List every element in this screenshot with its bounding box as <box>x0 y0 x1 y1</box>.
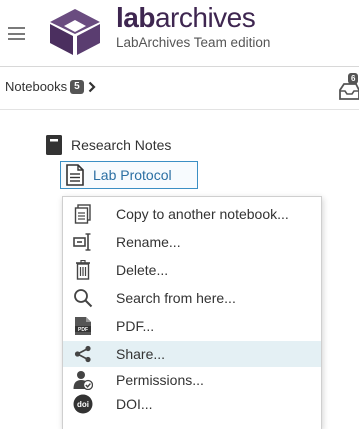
menu-item-label: Search from here... <box>116 290 236 306</box>
notebook-label: Research Notes <box>71 137 172 153</box>
rename-icon <box>73 232 93 252</box>
chevron-right-icon <box>88 81 96 92</box>
trash-icon <box>73 260 93 280</box>
menu-item-permissions[interactable]: Permissions... <box>63 367 321 393</box>
labarchives-logo-icon[interactable] <box>46 7 104 57</box>
menu-item-label: Rename... <box>116 234 181 250</box>
notebook-count-badge: 5 <box>70 79 84 94</box>
tree-notebook-research-notes[interactable]: Research Notes <box>46 135 171 155</box>
menu-item-label: Copy to another notebook... <box>116 206 289 222</box>
context-menu: Copy to another notebook... Rename... De… <box>62 196 322 429</box>
search-icon <box>73 288 93 308</box>
menu-item-label: Share... <box>116 346 166 362</box>
menu-item-label: DOI... <box>116 396 153 412</box>
edition-label: LabArchives Team edition <box>116 35 271 50</box>
menu-item-doi[interactable]: doi DOI... <box>63 391 321 417</box>
pdf-icon: PDF <box>73 316 93 336</box>
page-label: Lab Protocol <box>93 167 172 183</box>
breadcrumb-bar: Notebooks 5 <box>0 67 359 110</box>
menu-item-label: PDF... <box>116 318 155 334</box>
menu-item-copy[interactable]: Copy to another notebook... <box>63 201 321 227</box>
page-icon <box>66 164 84 186</box>
brand-name: labarchives <box>116 2 256 33</box>
app-header: labarchives LabArchives Team edition <box>0 0 359 67</box>
menu-item-pdf[interactable]: PDF PDF... <box>63 313 321 339</box>
inbox-icon[interactable] <box>338 81 359 101</box>
menu-item-label: Permissions... <box>116 372 204 388</box>
menu-item-share[interactable]: Share... <box>63 341 321 367</box>
breadcrumb-label: Notebooks <box>5 79 68 94</box>
menu-item-rename[interactable]: Rename... <box>63 229 321 255</box>
menu-item-label: Delete... <box>116 262 169 278</box>
share-icon <box>73 344 93 364</box>
permissions-icon <box>73 370 93 390</box>
brand-name-rest: archives <box>154 2 256 33</box>
inbox-count-badge: 6 <box>348 73 359 84</box>
menu-item-search[interactable]: Search from here... <box>63 285 321 311</box>
tree-page-lab-protocol[interactable]: Lab Protocol <box>60 161 198 189</box>
copy-icon <box>73 204 93 224</box>
svg-text:doi: doi <box>77 400 89 409</box>
brand-name-bold: lab <box>116 2 155 33</box>
hamburger-menu-icon[interactable] <box>8 27 25 40</box>
svg-text:PDF: PDF <box>78 327 88 333</box>
notebook-icon <box>46 135 62 155</box>
doi-icon: doi <box>73 394 93 414</box>
menu-item-delete[interactable]: Delete... <box>63 257 321 283</box>
breadcrumb-notebooks[interactable]: Notebooks 5 <box>5 79 96 94</box>
